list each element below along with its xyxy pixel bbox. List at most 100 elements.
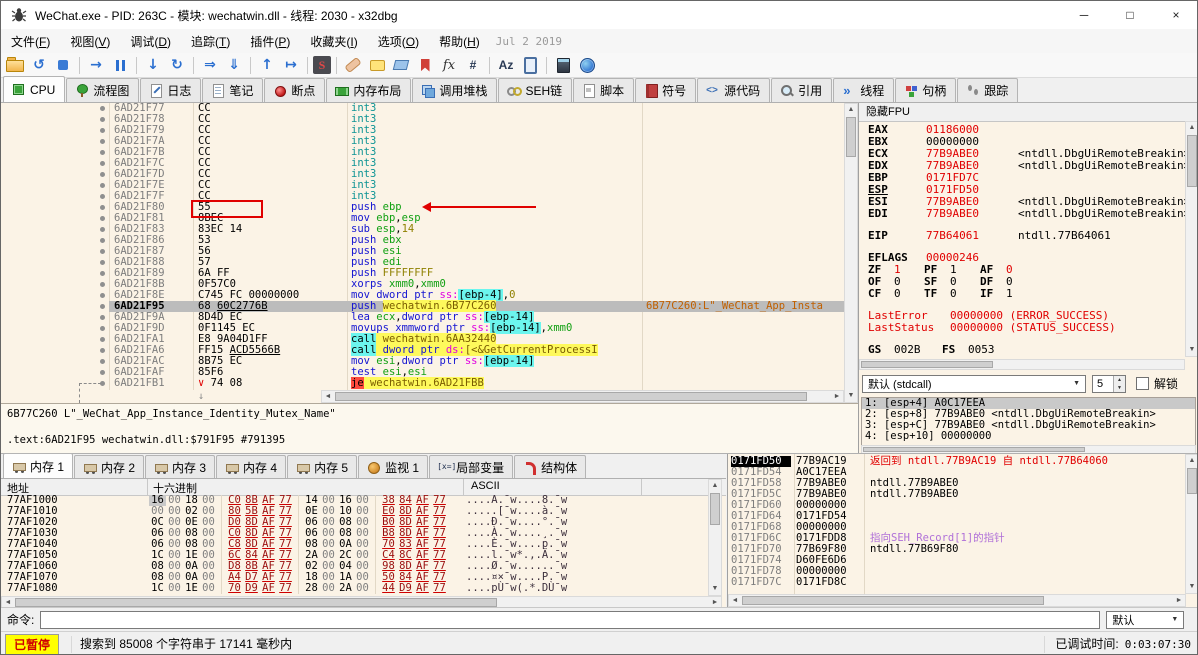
calculator-icon[interactable] (552, 54, 574, 76)
argument-count-stepper[interactable]: 5 ▲ ▼ (1092, 374, 1126, 393)
registers-pane[interactable]: 隐藏FPU EAX 01186000 EBX 00000000 ECX 77B9ABE0 <… (858, 103, 1197, 454)
tab-source[interactable]: 源代码 (697, 78, 771, 102)
dump-header-ascii[interactable]: ASCII (471, 480, 500, 492)
tab-watch1[interactable]: 监视 1 (358, 455, 429, 478)
breakpoint-dot[interactable] (100, 150, 105, 155)
dump-row[interactable]: 77AF1080 1C 00 1E 00 70 D9 AF 77 28 00 2A 00 44 D9 AF 77… (1, 583, 708, 594)
disassembly-pane[interactable]: 6AD21F77 CC int3 6AD21F78 CC int3 6AD21F79 CC in… (1, 103, 858, 454)
tab-call-stack[interactable]: 调用堆栈 (412, 78, 498, 102)
memory-dump-pane[interactable]: 地址 十六进制 ASCII 77AF1000 16 00 18 00 C0 8B AF 77 14… (1, 478, 726, 608)
tab-symbols[interactable]: 符号 (635, 78, 697, 102)
command-script-select[interactable]: 默认 ▼ (1106, 610, 1185, 629)
scroll-down-icon[interactable]: ▼ (845, 390, 857, 402)
menu-plugins[interactable]: 插件(P) (240, 30, 300, 53)
comments-icon[interactable] (366, 54, 388, 76)
animate-over-icon[interactable]: ⇓ (223, 54, 245, 76)
registers-vertical-scrollbar[interactable]: ▲ ▼ (1185, 121, 1197, 357)
tab-dump4[interactable]: 内存 4 (216, 455, 287, 478)
scrollbar-thumb[interactable] (861, 361, 993, 368)
breakpoint-dot[interactable] (100, 216, 105, 221)
minimize-button[interactable]: ─ (1061, 1, 1107, 29)
scroll-up-icon[interactable]: ▲ (845, 104, 857, 116)
menu-help[interactable]: 帮助(H) (429, 30, 490, 53)
register-row[interactable]: CF 0 TF 0 IF 1 (868, 288, 1184, 300)
scrollbar-thumb[interactable] (15, 598, 497, 607)
register-row[interactable]: EDX 77B9ABE0 <ntdll.DbgUiRemoteBreakin> (868, 160, 1190, 172)
tab-struct[interactable]: 结构体 (514, 455, 587, 478)
disasm-row[interactable]: 6AD21FB1 ∨ 74 08 je wechatwin.6AD21FBB (1, 377, 844, 389)
close-button[interactable]: × (1153, 1, 1197, 29)
register-row[interactable]: EBP 0171FD7C (868, 172, 1184, 184)
tab-handles[interactable]: 句柄 (895, 78, 957, 102)
register-row[interactable]: EDI 77B9ABE0 <ntdll.DbgUiRemoteBreakin> (868, 208, 1190, 220)
breakpoint-dot[interactable] (100, 161, 105, 166)
pause-icon[interactable] (109, 54, 131, 76)
dump-vertical-scrollbar[interactable]: ▲ ▼ (708, 479, 722, 596)
breakpoint-dot[interactable] (100, 205, 105, 210)
tab-dump2[interactable]: 内存 2 (74, 455, 145, 478)
scrollbar-thumb[interactable] (1187, 468, 1197, 494)
attach-icon[interactable] (519, 54, 541, 76)
strings-icon[interactable]: Az (495, 54, 517, 76)
tab-graph[interactable]: 流程图 (66, 78, 140, 102)
breakpoint-dot[interactable] (100, 359, 105, 364)
execute-till-return-icon[interactable]: ↑ (256, 54, 278, 76)
breakpoint-dot[interactable] (100, 271, 105, 276)
scrollbar-thumb[interactable] (846, 117, 856, 157)
breakpoint-dot[interactable] (100, 249, 105, 254)
stack-pane[interactable]: 0171FD50 77B9AC19 返回到 ntdll.77B9AC19 自 ntd… (727, 454, 1197, 608)
tab-notes[interactable]: 笔记 (202, 78, 264, 102)
labels-icon[interactable] (390, 54, 412, 76)
menu-options[interactable]: 选项(O) (368, 30, 429, 53)
tab-locals[interactable]: 局部变量 (429, 455, 514, 478)
breakpoint-dot[interactable] (100, 117, 105, 122)
breakpoint-dot[interactable] (100, 370, 105, 375)
breakpoint-dot[interactable] (100, 139, 105, 144)
menu-debug[interactable]: 调试(D) (120, 30, 181, 53)
breakpoint-dot[interactable] (100, 282, 105, 287)
functions-icon[interactable]: fx (438, 54, 460, 76)
step-over-icon[interactable]: ↻ (166, 54, 188, 76)
breakpoint-dot[interactable] (100, 304, 105, 309)
spin-up-icon[interactable]: ▲ (1114, 375, 1125, 384)
stop-icon[interactable] (52, 54, 74, 76)
breakpoint-dot[interactable] (100, 315, 105, 320)
register-row[interactable]: ZF 1 PF 1 AF 0 (868, 264, 1184, 276)
scroll-up-icon[interactable]: ▲ (709, 480, 721, 492)
tab-dump3[interactable]: 内存 3 (145, 455, 216, 478)
menu-view[interactable]: 视图(V) (60, 30, 120, 53)
breakpoint-dot[interactable] (100, 194, 105, 199)
tab-references[interactable]: 引用 (771, 78, 833, 102)
menu-file[interactable]: 文件(F) (1, 30, 60, 53)
stack-vertical-scrollbar[interactable]: ▲ ▼ (1185, 454, 1197, 594)
breakpoint-dot[interactable] (100, 238, 105, 243)
scroll-left-icon[interactable]: ◄ (729, 595, 741, 606)
scroll-up-icon[interactable]: ▲ (1186, 455, 1197, 467)
breakpoint-dot[interactable] (100, 227, 105, 232)
register-row[interactable]: GS 002B FS 0053 (868, 344, 1184, 356)
disasm-horizontal-scrollbar[interactable]: ◄ ► (321, 390, 844, 403)
scrollbar-thumb[interactable] (742, 596, 1044, 605)
tab-breakpoints[interactable]: 断点 (264, 78, 326, 102)
globe-icon[interactable] (576, 54, 598, 76)
register-row[interactable]: EAX 01186000 (868, 124, 1184, 136)
hide-fpu-button[interactable]: 隐藏FPU (859, 103, 1197, 122)
breakpoint-dot[interactable] (100, 260, 105, 265)
register-row[interactable]: EFLAGS 00000246 (868, 252, 1184, 264)
breakpoint-dot[interactable] (100, 183, 105, 188)
scrollbar-thumb[interactable] (863, 447, 1085, 452)
menu-favourites[interactable]: 收藏夹(I) (300, 30, 367, 53)
animate-into-icon[interactable]: ⇒ (199, 54, 221, 76)
tab-log[interactable]: 日志 (140, 78, 202, 102)
arguments-panel[interactable]: 1: [esp+4] A0C17EEA 2: [esp+8] 77B9ABE0 <… (861, 397, 1196, 446)
scroll-up-icon[interactable]: ▲ (1186, 122, 1197, 134)
dump-header-address[interactable]: 地址 (7, 480, 29, 496)
scroll-down-icon[interactable]: ▼ (1186, 581, 1197, 593)
tab-memory-map[interactable]: 内存布局 (326, 78, 412, 102)
breakpoint-dot[interactable] (100, 326, 105, 331)
argument-row[interactable]: 4: [esp+10] 00000000 (862, 431, 1195, 442)
patches-icon[interactable] (342, 54, 364, 76)
tab-dump5[interactable]: 内存 5 (287, 455, 358, 478)
breakpoint-dot[interactable] (100, 172, 105, 177)
step-into-icon[interactable]: ↓ (142, 54, 164, 76)
